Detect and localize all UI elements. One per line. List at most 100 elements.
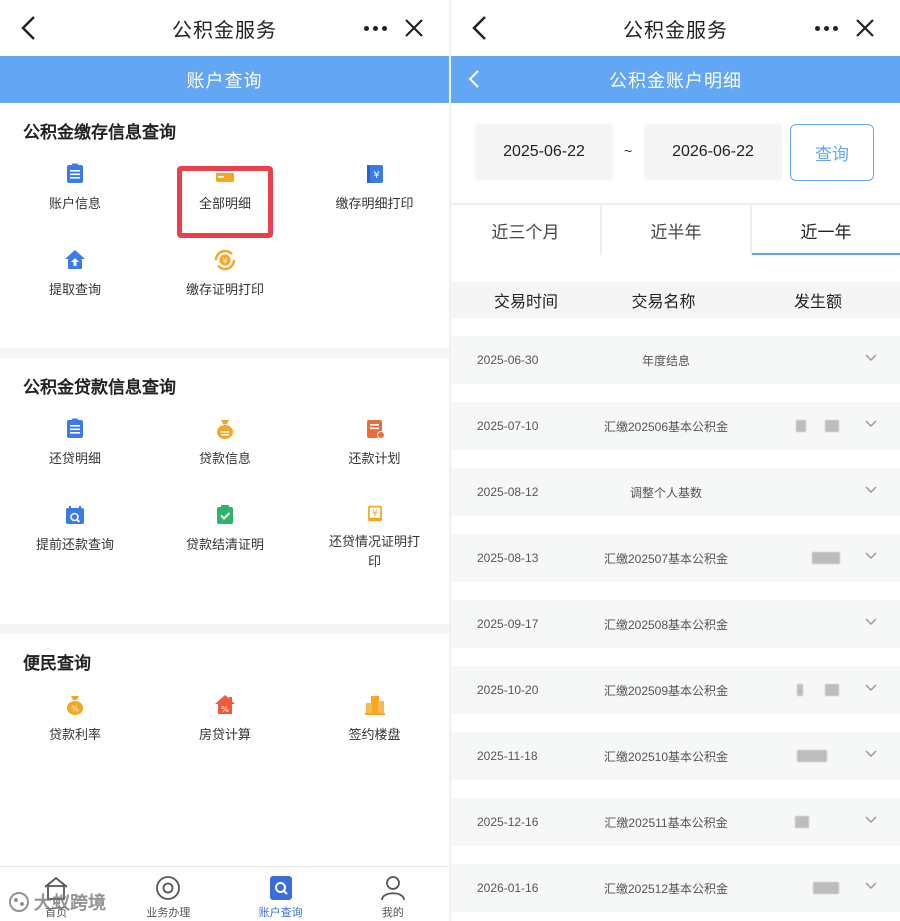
menu-contracted-properties[interactable]: 签约楼盘 (300, 676, 449, 762)
close-icon[interactable] (855, 18, 875, 38)
chevron-down-icon[interactable] (864, 881, 878, 891)
more-icon[interactable] (364, 26, 387, 31)
page-subtitle-bar: 账户查询 (0, 56, 449, 103)
menu-label: 房贷计算 (198, 727, 251, 742)
chevron-down-icon[interactable] (864, 617, 878, 627)
redacted-amount (796, 420, 806, 432)
back-arrow-icon[interactable] (18, 14, 40, 42)
section-title: 便民查询 (23, 654, 91, 673)
menu-label: 还贷情况证明打印 (328, 534, 420, 569)
user-icon (380, 876, 405, 901)
chevron-down-icon[interactable] (864, 419, 878, 429)
nav-account-query[interactable]: 账户查询 (225, 867, 337, 921)
left-screen: 公积金服务 账户查询 公积金缴存信息查询 账户信息 全部明细 ¥ 缴存明细打印 … (0, 0, 449, 921)
menu-deposit-detail-print[interactable]: ¥ 缴存明细打印 (300, 145, 449, 231)
transaction-date: 2025-10-20 (477, 683, 539, 697)
start-date-field[interactable]: 2025-06-22 (475, 124, 613, 180)
transaction-date: 2025-07-10 (477, 419, 539, 433)
transaction-name: 汇缴202507基本公积金 (603, 551, 729, 566)
table-row[interactable]: 2026-01-16 汇缴202512基本公积金 (451, 864, 900, 912)
menu-label: 缴存明细打印 (335, 196, 414, 211)
transaction-date: 2025-12-16 (477, 815, 539, 829)
table-row[interactable]: 2025-08-13 汇缴202507基本公积金 (451, 534, 900, 582)
redacted-amount (825, 684, 839, 696)
menu-loan-info[interactable]: 贷款信息 (150, 400, 300, 486)
transaction-name: 汇缴202510基本公积金 (603, 749, 729, 764)
watermark-text: 大蚁跨境 (34, 893, 106, 913)
menu-repayment-status-certificate-print[interactable]: ¥ 还贷情况证明打印 (300, 486, 449, 572)
chevron-down-icon[interactable] (864, 485, 878, 495)
table-row[interactable]: 2025-07-10 汇缴202506基本公积金 (451, 402, 900, 450)
menu-label: 提取查询 (48, 282, 101, 297)
redacted-amount (797, 750, 827, 762)
back-arrow-icon[interactable] (469, 14, 491, 42)
menu-loan-rate[interactable]: % 贷款利率 (0, 676, 150, 762)
nav-label: 我的 (381, 907, 404, 919)
redacted-amount (813, 882, 839, 894)
plan-doc-icon (366, 420, 385, 439)
table-row[interactable]: 2025-11-18 汇缴202510基本公积金 (451, 732, 900, 780)
chevron-down-icon[interactable] (864, 749, 878, 759)
menu-account-info[interactable]: 账户信息 (0, 145, 150, 231)
menu-deposit-certificate-print[interactable]: ¥ 缴存证明打印 (150, 231, 300, 317)
menu-label: 提前还款查询 (35, 537, 114, 552)
percent-bag-icon: % (67, 696, 83, 715)
menu-repayment-detail[interactable]: 还贷明细 (0, 400, 150, 486)
transaction-name: 汇缴202511基本公积金 (604, 815, 728, 830)
house-percent-icon: % (215, 695, 235, 714)
tab-half-year[interactable]: 近半年 (600, 205, 750, 255)
chevron-down-icon[interactable] (864, 683, 878, 693)
svg-text:%: % (71, 705, 79, 714)
menu-mortgage-calculator[interactable]: % 房贷计算 (150, 676, 300, 762)
close-icon[interactable] (404, 18, 424, 38)
more-icon[interactable] (815, 26, 838, 31)
menu-repayment-plan[interactable]: 还款计划 (300, 400, 449, 486)
document-list-icon (67, 418, 83, 438)
nav-label: 账户查询 (258, 907, 303, 919)
watermark: 大蚁跨境 (8, 889, 106, 915)
section-loan-query: 公积金贷款信息查询 还贷明细 贷款信息 还款计划 提前还款查询 贷款结清证明 ¥… (0, 358, 449, 624)
svg-text:¥: ¥ (372, 509, 378, 519)
table-row[interactable]: 2025-09-17 汇缴202508基本公积金 (451, 600, 900, 648)
nav-label: 业务办理 (146, 907, 191, 919)
redacted-amount (812, 552, 840, 564)
nav-mine[interactable]: 我的 (337, 867, 449, 921)
page-subtitle: 公积金账户明细 (609, 70, 742, 91)
account-search-icon (269, 876, 292, 900)
menu-withdraw-query[interactable]: 提取查询 (0, 231, 150, 317)
check-clipboard-icon (217, 505, 233, 524)
table-row[interactable]: 2025-10-20 汇缴202509基本公积金 (451, 666, 900, 714)
transaction-date: 2025-08-13 (477, 551, 539, 565)
menu-prepayment-query[interactable]: 提前还款查询 (0, 486, 150, 572)
menu-loan-settlement-certificate[interactable]: 贷款结清证明 (150, 486, 300, 572)
upload-home-icon (65, 250, 85, 269)
back-chevron-icon[interactable] (467, 68, 481, 90)
nav-business[interactable]: 业务办理 (112, 867, 224, 921)
redacted-amount (795, 816, 809, 828)
chevron-down-icon[interactable] (864, 353, 878, 363)
transaction-date: 2025-09-17 (477, 617, 539, 631)
table-row[interactable]: 2025-08-12 调整个人基数 (451, 468, 900, 516)
redacted-amount (797, 684, 803, 696)
svg-text:%: % (221, 705, 229, 714)
tab-one-year[interactable]: 近一年 (750, 205, 900, 255)
menu-label: 贷款利率 (48, 727, 101, 742)
page-subtitle-bar: 公积金账户明细 (451, 56, 900, 103)
column-header-amount: 发生额 (793, 294, 842, 311)
column-header-name: 交易名称 (631, 294, 696, 311)
transaction-name: 汇缴202512基本公积金 (603, 881, 729, 896)
end-date-field[interactable]: 2026-06-22 (644, 124, 782, 180)
transaction-date: 2025-11-18 (477, 749, 538, 763)
transaction-date: 2025-06-30 (477, 353, 539, 367)
query-button[interactable]: 查询 (790, 124, 874, 181)
menu-label: 还贷明细 (48, 451, 101, 466)
chevron-down-icon[interactable] (864, 815, 878, 825)
menu-label: 还款计划 (348, 451, 401, 466)
building-icon (364, 696, 385, 715)
table-row[interactable]: 2025-06-30 年度结息 (451, 336, 900, 384)
tab-three-months[interactable]: 近三个月 (451, 205, 600, 255)
transaction-date: 2025-08-12 (477, 485, 539, 499)
chevron-down-icon[interactable] (864, 551, 878, 561)
transaction-name: 汇缴202506基本公积金 (603, 419, 729, 434)
table-row[interactable]: 2025-12-16 汇缴202511基本公积金 (451, 798, 900, 846)
